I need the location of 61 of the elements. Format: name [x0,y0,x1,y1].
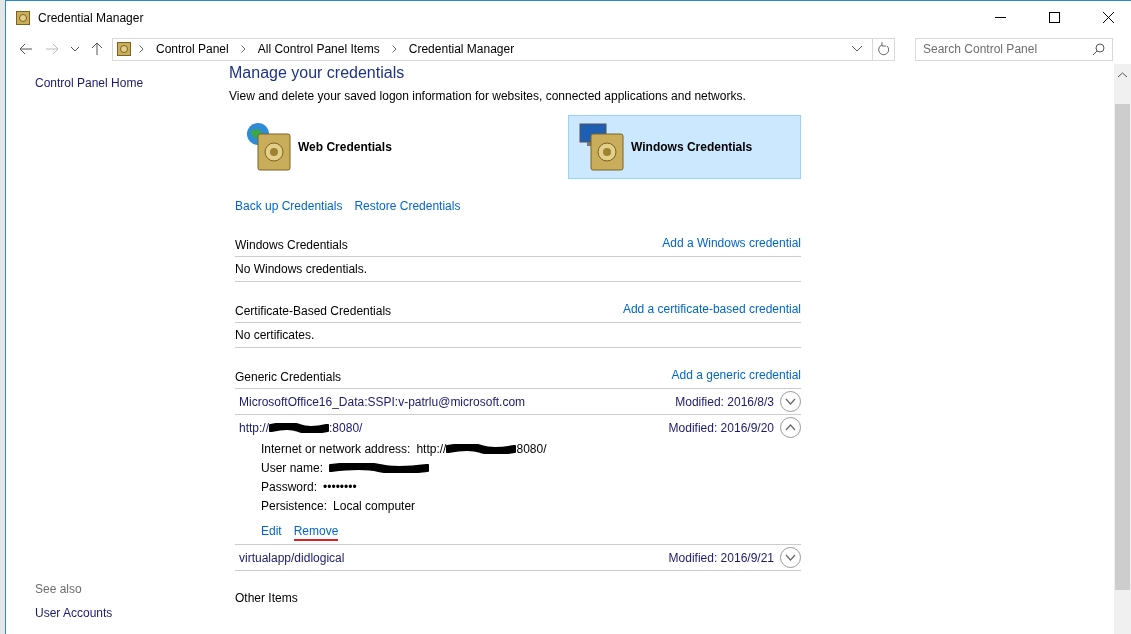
credential-row[interactable]: virtualapp/didlogical Modified: 2016/9/21 [235,545,801,571]
expand-icon [785,398,796,405]
add-link[interactable]: Add a Windows credential [662,236,801,253]
modified-date: Modified: 2016/8/3 [675,394,774,409]
expand-button[interactable] [780,547,801,568]
dropdown-icon[interactable] [852,46,862,52]
credential-type-tile[interactable]: Web Credentials [235,115,468,179]
breadcrumb[interactable]: All Control Panel Items [253,42,384,56]
breadcrumb[interactable]: Control Panel [152,42,233,56]
detail-value: Local computer [333,499,416,513]
breadcrumb[interactable]: Credential Manager [404,42,519,56]
detail-label: Internet or network address: [261,442,411,456]
add-link[interactable]: Add a generic credential [671,368,801,385]
credential-type-tile[interactable]: Windows Credentials [568,115,801,179]
page-description: View and delete your saved logon information for websites, connected applications and networks. [229,89,747,103]
credential-name: virtualapp/didlogical [239,550,346,565]
empty-message: No Windows credentials. [235,262,368,276]
scroll-up-icon[interactable] [1118,72,1127,78]
underlined-link[interactable]: Remove [293,524,339,541]
chevron-icon [240,45,246,53]
detail-value: 8080/ [516,442,547,456]
chevron-icon [391,45,397,53]
collapse-button[interactable] [780,417,801,438]
expand-icon [785,554,796,561]
search-icon [1093,42,1105,55]
expand-button[interactable] [780,391,801,412]
link[interactable]: Back up Credentials [235,199,343,216]
maximize-icon [1048,12,1060,23]
collapse-icon [785,424,796,431]
link[interactable]: Restore Credentials [354,199,461,216]
address-bar[interactable]: Control Panel All Control Panel Items Credential Manager [112,37,895,61]
modified-date: Modified: 2016/9/21 [668,550,774,565]
modified-date: Modified: 2016/9/20 [668,420,774,435]
page-heading: Manage your credentials [229,64,406,82]
add-link[interactable]: Add a certificate-based credential [622,302,801,319]
detail-value: •••••••• [323,480,357,494]
recent-dropdown[interactable] [68,46,82,52]
section-title: Generic Credentials [235,369,342,384]
vault-icon [117,42,131,56]
window-title: Credential Manager [38,10,145,25]
scrollbar[interactable] [1114,64,1131,634]
sidebar-link[interactable]: User Accounts [35,606,229,620]
section-title: Certificate-Based Credentials [235,303,392,318]
detail-label: Password: [261,480,318,494]
section-title: Other Items [235,591,298,605]
detail-label: User name: [261,461,324,475]
search-field[interactable]: Search Control Panel [915,37,1113,61]
close-icon [1102,12,1114,23]
empty-message: No certificates. [235,328,315,342]
sidebar-link[interactable]: Control Panel Home [35,76,229,90]
vault-icon [16,10,30,25]
credential-name: http:// :8080/ [239,420,364,435]
see-also-heading: See also [35,582,83,596]
chevron-icon [139,45,144,53]
monitor-vault-icon [577,120,627,174]
section-title: Windows Credentials [235,237,348,252]
credential-row[interactable]: MicrosoftOffice16_Data:SSPI:v-patrlu@microsoft.com Modified: 2016/8/3 [235,389,801,415]
link[interactable]: Edit [261,524,282,541]
detail-label: Persistence: [261,499,328,513]
credential-name: MicrosoftOffice16_Data:SSPI:v-patrlu@microsoft.com [239,394,527,409]
globe-vault-icon [244,120,294,174]
